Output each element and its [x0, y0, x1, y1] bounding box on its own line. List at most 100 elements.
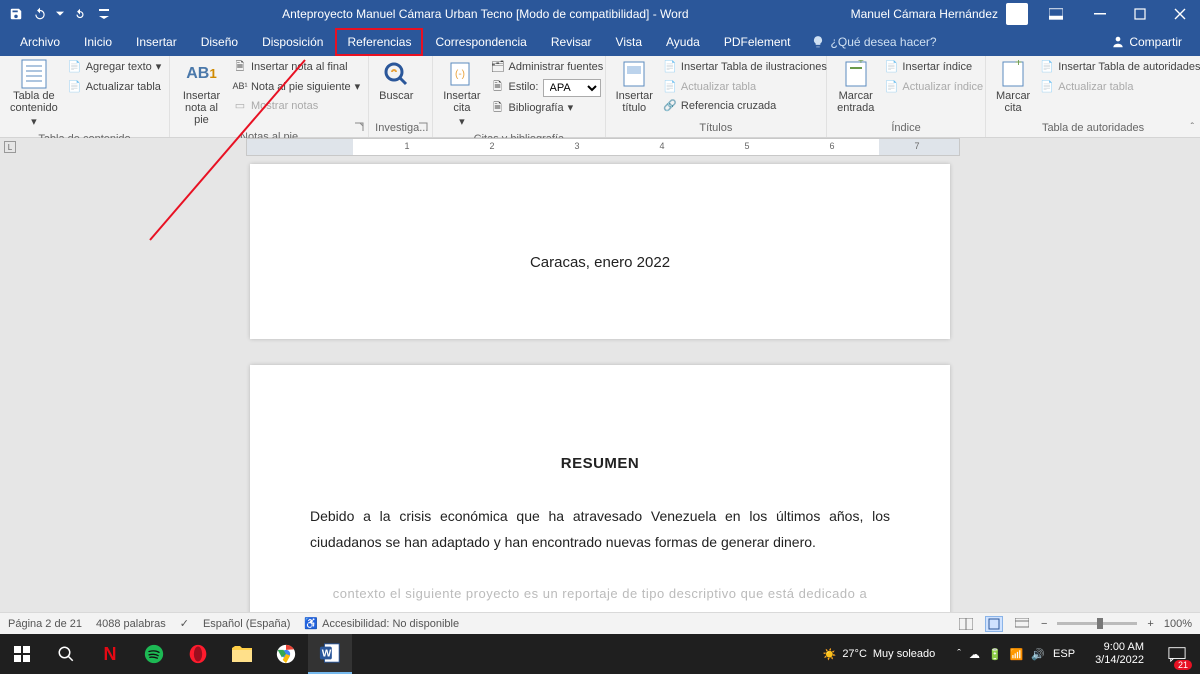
customize-qat-icon[interactable]	[96, 6, 112, 22]
update-captions-icon: 📄	[663, 80, 677, 94]
weather-temp: 27°C	[842, 648, 867, 660]
manage-sources-button[interactable]: 🗂Administrar fuentes	[489, 58, 606, 77]
style-icon: 🗎	[491, 81, 505, 95]
tab-pdfelement[interactable]: PDFelement	[712, 28, 803, 56]
start-button[interactable]	[0, 634, 44, 674]
manage-sources-label: Administrar fuentes	[509, 59, 604, 76]
document-area[interactable]: Caracas, enero 2022 RESUMEN Debido a la …	[0, 156, 1200, 634]
search-taskbar-button[interactable]	[44, 634, 88, 674]
zoom-in-button[interactable]: +	[1147, 618, 1153, 630]
add-text-button[interactable]: 📄Agregar texto ▾	[66, 58, 164, 77]
undo-icon[interactable]	[32, 6, 48, 22]
toc-button[interactable]: Tabla de contenido ▾	[6, 58, 62, 130]
page-1[interactable]: Caracas, enero 2022	[250, 164, 950, 339]
chrome-app-icon[interactable]	[264, 634, 308, 674]
status-page[interactable]: Página 2 de 21	[8, 618, 82, 630]
undo-dropdown-icon[interactable]	[56, 6, 64, 22]
cross-reference-button[interactable]: 🔗Referencia cruzada	[661, 97, 829, 116]
insert-citation-button[interactable]: (-) Insertar cita ▾	[439, 58, 484, 130]
tab-archivo[interactable]: Archivo	[8, 28, 72, 56]
group-label-authorities: Tabla de autoridades	[992, 119, 1194, 137]
research-button[interactable]: Buscar	[375, 58, 417, 104]
tab-vista[interactable]: Vista	[604, 28, 654, 56]
volume-icon[interactable]: 🔊	[1031, 648, 1045, 661]
maximize-button[interactable]	[1120, 0, 1160, 28]
mark-entry-button[interactable]: + Marcar entrada	[833, 58, 878, 116]
insert-caption-button[interactable]: Insertar título	[612, 58, 657, 116]
file-explorer-icon[interactable]	[220, 634, 264, 674]
status-language[interactable]: Español (España)	[203, 618, 290, 630]
update-captions-button[interactable]: 📄Actualizar tabla	[661, 78, 829, 97]
research-launcher-icon[interactable]	[418, 122, 430, 134]
onedrive-icon[interactable]: ☁	[969, 648, 980, 661]
close-button[interactable]	[1160, 0, 1200, 28]
taskbar-clock[interactable]: 9:00 AM 3/14/2022	[1087, 641, 1152, 667]
update-authorities-button[interactable]: 📄Actualizar tabla	[1038, 78, 1200, 97]
notifications-button[interactable]: 21	[1158, 634, 1196, 674]
citation-style-select[interactable]: APA	[543, 79, 601, 97]
update-toc-button[interactable]: 📄Actualizar tabla	[66, 78, 164, 97]
insert-authorities-button[interactable]: 📄Insertar Tabla de autoridades	[1038, 58, 1200, 77]
tell-me-search[interactable]: ¿Qué desea hacer?	[811, 35, 937, 49]
insert-footnote-button[interactable]: AB1 Insertar nota al pie	[176, 58, 227, 128]
word-app-icon[interactable]: W	[308, 634, 352, 674]
bibliography-button[interactable]: 🗎Bibliografía ▾	[489, 99, 606, 118]
page-2[interactable]: RESUMEN Debido a la crisis económica que…	[250, 365, 950, 634]
mark-entry-label: Marcar entrada	[837, 90, 874, 114]
user-name: Manuel Cámara Hernández	[851, 7, 998, 21]
tab-revisar[interactable]: Revisar	[539, 28, 604, 56]
web-layout-button[interactable]	[1013, 616, 1031, 632]
language-indicator[interactable]: ESP	[1053, 648, 1075, 660]
toc-label: Tabla de contenido	[10, 90, 58, 114]
status-accessibility[interactable]: ♿ Accesibilidad: No disponible	[304, 617, 459, 630]
tab-referencias[interactable]: Referencias	[335, 28, 423, 56]
share-button[interactable]: Compartir	[1101, 35, 1192, 49]
page2-paragraph[interactable]: Debido a la crisis económica que ha atra…	[310, 504, 890, 556]
insert-figures-table-button[interactable]: 📄Insertar Tabla de ilustraciones	[661, 58, 829, 77]
zoom-level[interactable]: 100%	[1164, 618, 1192, 630]
mark-citation-button[interactable]: + Marcar cita	[992, 58, 1034, 116]
weather-widget[interactable]: ☀️ 27°C Muy soleado	[813, 648, 946, 661]
minimize-button[interactable]	[1080, 0, 1120, 28]
tab-selector-icon[interactable]: L	[4, 141, 16, 153]
print-layout-button[interactable]	[985, 616, 1003, 632]
tray-overflow-icon[interactable]: ˆ	[957, 648, 961, 660]
figures-label: Insertar Tabla de ilustraciones	[681, 59, 827, 76]
zoom-slider[interactable]	[1057, 622, 1137, 625]
page2-heading[interactable]: RESUMEN	[310, 455, 890, 472]
collapse-ribbon-icon[interactable]: ˆ	[1191, 122, 1194, 133]
update-index-button[interactable]: 📄Actualizar índice	[882, 78, 985, 97]
tab-inicio[interactable]: Inicio	[72, 28, 124, 56]
insert-footnote-label: Insertar nota al pie	[180, 90, 223, 126]
tab-disposicion[interactable]: Disposición	[250, 28, 335, 56]
opera-app-icon[interactable]	[176, 634, 220, 674]
page1-text[interactable]: Caracas, enero 2022	[310, 254, 890, 271]
insert-endnote-button[interactable]: 🗎Insertar nota al final	[231, 58, 362, 77]
crossref-icon: 🔗	[663, 99, 677, 113]
save-icon[interactable]	[8, 6, 24, 22]
zoom-out-button[interactable]: −	[1041, 618, 1047, 630]
tab-correspondencia[interactable]: Correspondencia	[423, 28, 538, 56]
status-words[interactable]: 4088 palabras	[96, 618, 166, 630]
wifi-icon[interactable]: 📶	[1010, 648, 1024, 661]
horizontal-ruler[interactable]: 1 2 3 4 5 6 7	[246, 138, 960, 156]
tab-insertar[interactable]: Insertar	[124, 28, 189, 56]
tab-diseno[interactable]: Diseño	[189, 28, 250, 56]
netflix-app-icon[interactable]: N	[88, 634, 132, 674]
spotify-app-icon[interactable]	[132, 634, 176, 674]
windows-taskbar: N W ☀️ 27°C Muy soleado ˆ ☁ 🔋 📶 🔊 ESP 9:…	[0, 634, 1200, 674]
user-avatar[interactable]	[1006, 3, 1028, 25]
redo-icon[interactable]	[72, 6, 88, 22]
search-icon	[382, 60, 410, 88]
footnotes-launcher-icon[interactable]	[354, 122, 366, 134]
read-mode-button[interactable]	[957, 616, 975, 632]
insert-index-button[interactable]: 📄Insertar índice	[882, 58, 985, 77]
tab-ayuda[interactable]: Ayuda	[654, 28, 712, 56]
spellcheck-icon[interactable]: ✓	[180, 617, 189, 630]
show-notes-button[interactable]: ▭Mostrar notas	[231, 97, 362, 116]
group-index: + Marcar entrada 📄Insertar índice 📄Actua…	[827, 56, 986, 137]
ribbon-display-options-icon[interactable]	[1036, 0, 1076, 28]
battery-icon[interactable]: 🔋	[988, 648, 1002, 661]
next-footnote-button[interactable]: AB¹Nota al pie siguiente ▾	[231, 78, 362, 97]
update-toc-label: Actualizar tabla	[86, 79, 161, 96]
